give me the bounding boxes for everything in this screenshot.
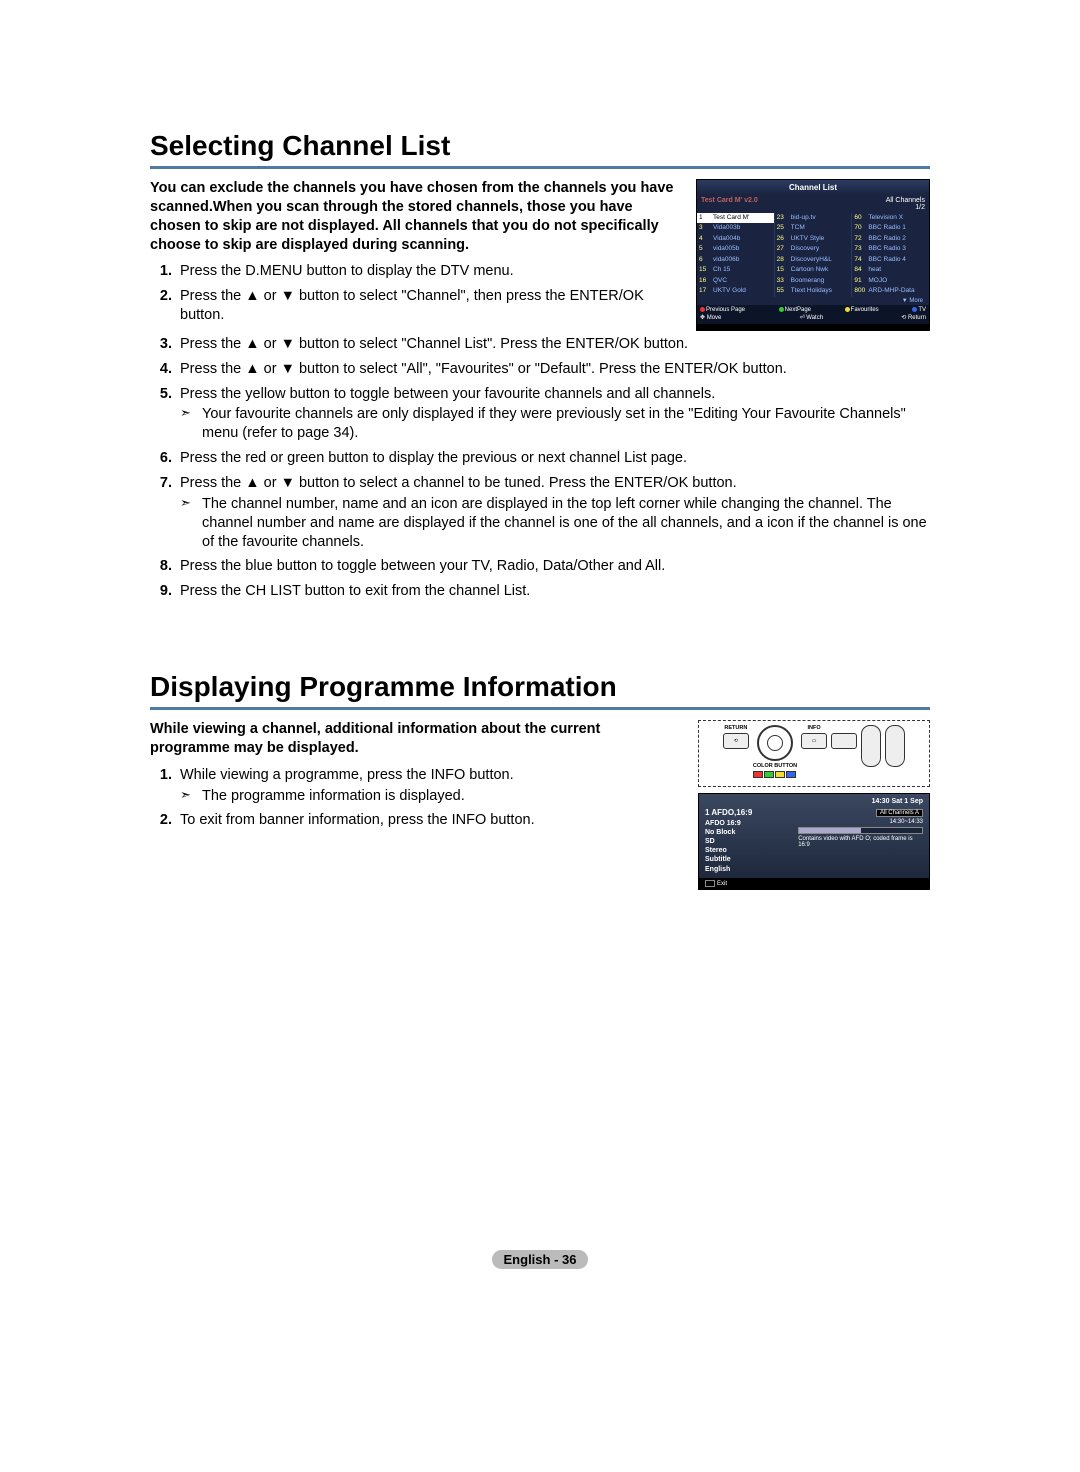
color-buttons-icon bbox=[753, 771, 796, 778]
step-5: Press the yellow button to toggle betwee… bbox=[176, 385, 930, 444]
intro-text-2: While viewing a channel, additional info… bbox=[150, 720, 684, 758]
channel-row: 4Vida004b bbox=[697, 234, 774, 244]
cl-subhead-left: Test Card M' v2.0 bbox=[701, 197, 758, 211]
step-7-note: The channel number, name and an icon are… bbox=[180, 495, 930, 552]
channel-row: 72BBC Radio 2 bbox=[852, 234, 929, 244]
info-time: 14:30 Sat 1 Sep bbox=[705, 798, 923, 805]
channel-row: 70BBC Radio 1 bbox=[852, 223, 929, 233]
info-right: 14:30~14:33 Contains video with AFD O; c… bbox=[798, 819, 923, 874]
section-title: Selecting Channel List bbox=[150, 130, 930, 169]
channel-list-figure: Channel List Test Card M' v2.0 All Chann… bbox=[696, 179, 930, 331]
step-3: Press the ▲ or ▼ button to select "Chann… bbox=[176, 335, 930, 354]
info-exit: Exit bbox=[699, 878, 929, 889]
channel-row: 15Cartoon Nwk bbox=[775, 265, 852, 275]
step-4: Press the ▲ or ▼ button to select "All",… bbox=[176, 360, 930, 379]
step-6: Press the red or green button to display… bbox=[176, 449, 930, 468]
step-5-note: Your favourite channels are only display… bbox=[180, 405, 930, 443]
section-title-2: Displaying Programme Information bbox=[150, 671, 930, 710]
channel-row: 55Ttext Holidays bbox=[775, 286, 852, 296]
cl-table: 1Test Card M'3Vida003b4Vida004b5vida005b… bbox=[697, 213, 929, 297]
channel-row: 33Boomerang bbox=[775, 276, 852, 286]
step-7: Press the ▲ or ▼ button to select a chan… bbox=[176, 474, 930, 551]
section-selecting-channel-list: Selecting Channel List You can exclude t… bbox=[150, 130, 930, 601]
pi-step-2: To exit from banner information, press t… bbox=[176, 811, 684, 830]
channel-row: 60Television X bbox=[852, 213, 929, 223]
channel-row: 84heat bbox=[852, 265, 929, 275]
info-meta: AFDO 16:9No BlockSDStereoSubtitleEnglish bbox=[705, 819, 792, 874]
remote-figure: RETURN ⟲ COLOR BUTTON INFO ▭ bbox=[698, 720, 930, 890]
channel-row: 25TCM bbox=[775, 223, 852, 233]
channel-row: 5vida005b bbox=[697, 244, 774, 254]
channel-row: 26UKTV Style bbox=[775, 234, 852, 244]
remote-color-label: COLOR BUTTON bbox=[753, 763, 797, 769]
channel-row: 23bid-up.tv bbox=[775, 213, 852, 223]
cl-subhead-right: All Channels 1/2 bbox=[886, 197, 925, 211]
page-footer: English - 36 bbox=[150, 1250, 930, 1269]
channel-row: 6vida006b bbox=[697, 255, 774, 265]
channel-row: 17UKTV Gold bbox=[697, 286, 774, 296]
remote-return-label: RETURN bbox=[724, 725, 747, 731]
anynet-button-icon bbox=[831, 733, 857, 749]
info-badge: All Channels A bbox=[876, 809, 923, 817]
return-button-icon: ⟲ bbox=[723, 733, 749, 749]
pi-step-1-note: The programme information is displayed. bbox=[180, 787, 684, 806]
remote-side-icon-2 bbox=[885, 725, 905, 767]
cl-more: ▼ More bbox=[697, 297, 929, 305]
channel-row: 800ARD-MHP-Data bbox=[852, 286, 929, 296]
cl-footer: Previous Page NextPage Favourites TV ✥ M… bbox=[697, 305, 929, 324]
pi-step-1: While viewing a programme, press the INF… bbox=[176, 766, 684, 806]
channel-row: 16QVC bbox=[697, 276, 774, 286]
remote-side-icon bbox=[861, 725, 881, 767]
progress-bar-icon bbox=[798, 827, 923, 834]
remote-info-label: INFO bbox=[808, 725, 821, 731]
cl-title: Channel List bbox=[697, 180, 929, 195]
channel-row: 15Ch 15 bbox=[697, 265, 774, 275]
channel-row: 27Discovery bbox=[775, 244, 852, 254]
channel-row: 73BBC Radio 3 bbox=[852, 244, 929, 254]
step-2: Press the ▲ or ▼ button to select "Chann… bbox=[176, 287, 682, 325]
remote-anynet-label bbox=[843, 725, 845, 731]
channel-row: 74BBC Radio 4 bbox=[852, 255, 929, 265]
info-channel: 1 AFDO,16:9 bbox=[705, 808, 752, 817]
step-9: Press the CH LIST button to exit from th… bbox=[176, 582, 930, 601]
dpad-icon bbox=[757, 725, 793, 761]
info-button-icon: ▭ bbox=[801, 733, 827, 749]
info-desc: Contains video with AFD O; coded frame i… bbox=[798, 836, 923, 848]
channel-row: 3Vida003b bbox=[697, 223, 774, 233]
step-8: Press the blue button to toggle between … bbox=[176, 557, 930, 576]
section-displaying-programme-info: Displaying Programme Information While v… bbox=[150, 671, 930, 890]
info-panel: 14:30 Sat 1 Sep 1 AFDO,16:9 All Channels… bbox=[698, 793, 930, 890]
channel-row: 91MOJO bbox=[852, 276, 929, 286]
step-1: Press the D.MENU button to display the D… bbox=[176, 262, 682, 281]
channel-row: 28DiscoveryH&L bbox=[775, 255, 852, 265]
channel-row: 1Test Card M' bbox=[697, 213, 774, 223]
intro-text: You can exclude the channels you have ch… bbox=[150, 179, 682, 254]
